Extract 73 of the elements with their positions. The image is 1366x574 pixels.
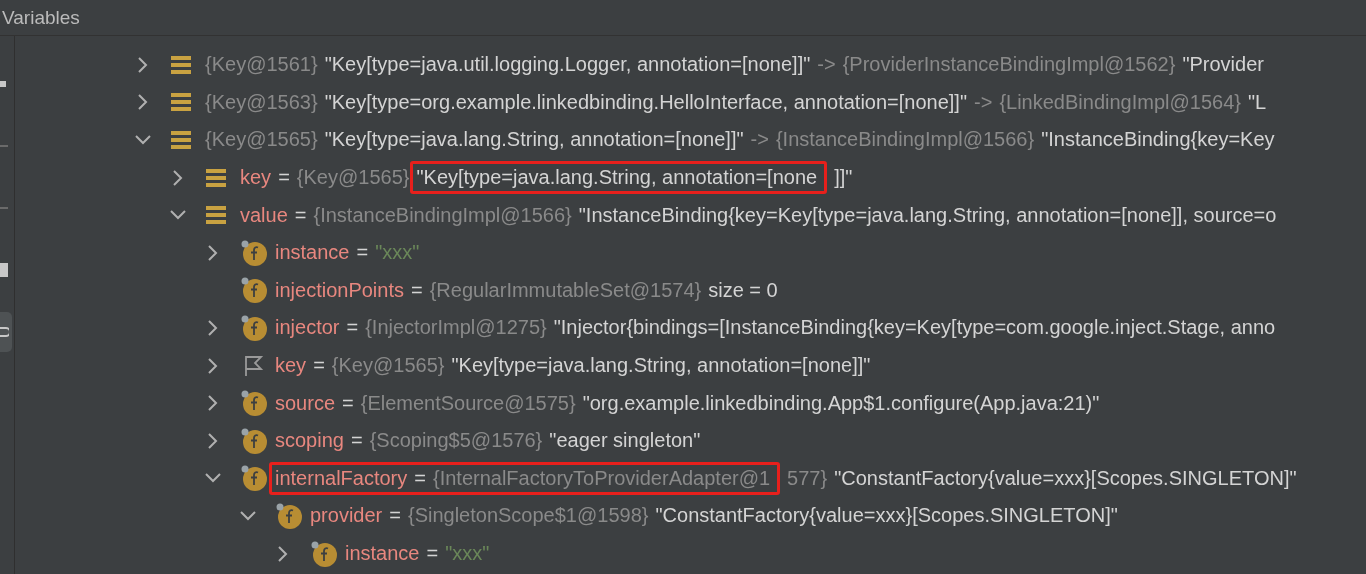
type-text: {Key@1561} [205, 53, 318, 77]
type-text: {InternalFactoryToProviderAdapter@1 [432, 466, 771, 490]
field-icon [311, 540, 337, 567]
text-text: ]]" [834, 166, 853, 190]
name-text: instance [275, 241, 350, 265]
list-icon [206, 167, 226, 188]
type-text: {InstanceBindingImpl@1566} [775, 128, 1035, 152]
text-text: "Key[type=java.lang.String, annotation=[none]]" [451, 354, 871, 378]
text-text: "Key[type=java.lang.String, annotation=[none [416, 166, 818, 190]
type-text: {InjectorImpl@1275} [365, 316, 547, 340]
name-text: injectionPoints [275, 278, 404, 302]
text-text: "Key[type=java.util.logging.Logger, annotation=[none]]" [324, 53, 811, 77]
text-text: = [389, 504, 401, 528]
name-text: instance [345, 542, 420, 565]
text-text: size = 0 [708, 278, 778, 302]
field-icon [241, 427, 267, 454]
type-text: -> [750, 128, 769, 152]
list-icon [171, 130, 191, 150]
type-text: {SingletonScope$1@1598} [407, 504, 649, 528]
string-text: "xxx" [375, 241, 420, 265]
name-text: injector [275, 316, 340, 340]
type-text: {Key@1565} [296, 166, 410, 190]
type-text: {Scoping$5@1576} [369, 429, 543, 453]
field-icon [241, 277, 267, 304]
text-text: "ConstantFactory{value=xxx}[Scopes.SINGLETON]" [834, 466, 1297, 490]
name-text: source [275, 391, 336, 415]
text-text: = [350, 429, 363, 453]
text-text: "Injector{bindings=[InstanceBinding{key=Key[type=com.google.inject.Stage, anno [553, 316, 1276, 340]
text-text: = [342, 391, 354, 415]
type-text: -> [974, 90, 993, 114]
text-text: = [313, 354, 325, 378]
field-icon [241, 239, 267, 266]
type-text: {Key@1565} [331, 354, 445, 378]
list-icon [206, 205, 226, 226]
text-text: = [346, 316, 359, 340]
text-text: = [356, 241, 369, 265]
field-icon [241, 465, 267, 492]
text-text: "L [1247, 90, 1267, 114]
field-icon [276, 502, 302, 529]
field-icon [241, 390, 267, 417]
text-text: = [426, 542, 439, 565]
name-text: scoping [275, 429, 344, 453]
text-text: = [414, 466, 426, 490]
text-text: "Provider [1182, 53, 1264, 77]
text-text: "InstanceBinding{key=Key[type=java.lang.String, annotation=[none]], source=o [578, 203, 1277, 227]
list-icon [171, 92, 191, 113]
type-text: {Key@1565} [205, 128, 318, 152]
name-text: key [240, 166, 272, 190]
text-text: = [294, 203, 307, 227]
text-text: "InstanceBinding{key=Key [1041, 128, 1275, 152]
type-text: {ProviderInstanceBindingImpl@1562} [842, 53, 1176, 77]
text-text: = [410, 278, 423, 302]
type-text: {ElementSource@1575} [360, 391, 576, 415]
text-text: "eager singleton" [549, 429, 701, 453]
panel-title: Variables [2, 6, 80, 29]
name-text: internalFactory [275, 466, 408, 490]
type-text: {LinkedBindingImpl@1564} [999, 90, 1241, 114]
type-text: 577} [787, 466, 828, 490]
text-text: "org.example.linkedbinding.App$1.configure(App.java:21)" [582, 391, 1100, 415]
type-text: {InstanceBindingImpl@1566} [313, 203, 572, 227]
name-text: provider [310, 504, 383, 528]
list-icon [171, 54, 191, 75]
text-text: "ConstantFactory{value=xxx}[Scopes.SINGLETON]" [655, 504, 1118, 528]
text-text: "Key[type=java.lang.String, annotation=[none]]" [324, 128, 744, 152]
text-text: = [278, 166, 290, 190]
name-text: key [275, 354, 307, 378]
field-icon [241, 314, 267, 341]
type-text: -> [817, 53, 836, 77]
text-text: "Key[type=org.example.linkedbinding.HelloInterface, annotation=[none]]" [324, 90, 968, 114]
type-text: {RegularImmutableSet@1574} [429, 278, 702, 302]
type-text: {Key@1563} [205, 90, 318, 114]
name-text: value [240, 203, 288, 227]
string-text: "xxx" [445, 542, 490, 565]
